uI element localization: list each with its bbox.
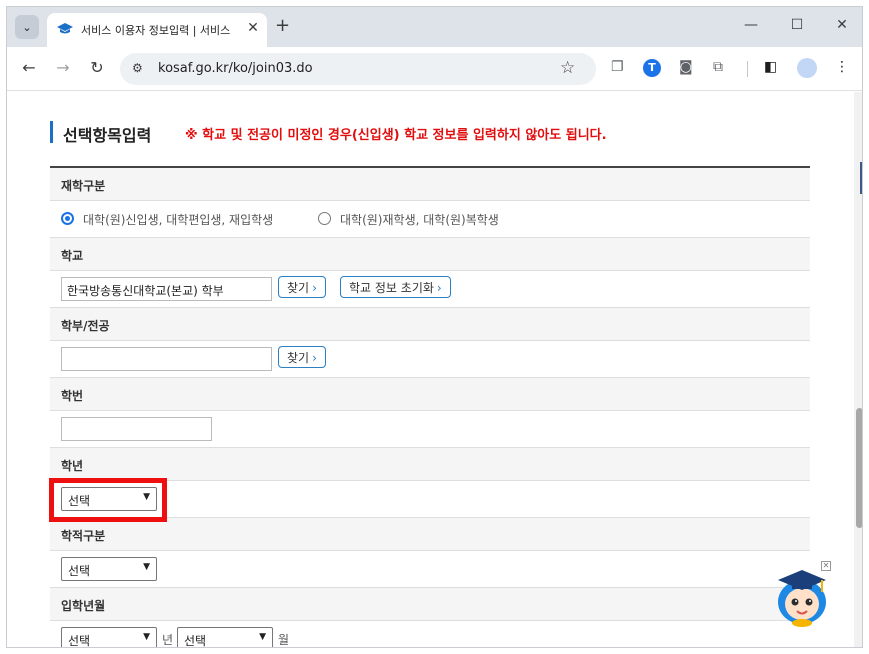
mascot-chatbot-icon[interactable] (772, 562, 832, 627)
school-row: 한국방송통신대학교(본교) 학부 찾기 › 학교 정보 초기화 › (50, 271, 810, 308)
grade-select-highlight (49, 478, 167, 522)
side-edge-marker (860, 162, 862, 194)
school-label: 학교 (50, 238, 810, 271)
enrollment-type-row: 대학(원)신입생, 대학편입생, 재입학생 대학(원)재학생, 대학(원)복학생 (50, 201, 810, 238)
copy-icon[interactable]: ❐ (611, 59, 624, 75)
academic-status-row: 선택 ▼ (50, 551, 810, 588)
section-title: 선택항목입력 (63, 126, 152, 145)
tab-bar: ⌄ 서비스 이용자 정보입력 | 서비스 이용 ✕ + — ☐ ✕ (7, 7, 862, 47)
chevron-down-icon: ▼ (143, 632, 150, 642)
grade-label: 학년 (50, 448, 810, 481)
close-window-icon[interactable]: ✕ (827, 17, 857, 33)
extensions-puzzle-icon[interactable]: ⧉ (713, 59, 723, 75)
forward-icon[interactable]: → (52, 58, 74, 77)
school-find-label: 찾기 (287, 281, 310, 295)
enrollment-option-current[interactable]: 대학(원)재학생, 대학(원)복학생 (340, 211, 499, 228)
department-find-label: 찾기 (287, 351, 310, 365)
academic-status-label: 학적구분 (50, 518, 810, 551)
browser-window: ⌄ 서비스 이용자 정보입력 | 서비스 이용 ✕ + — ☐ ✕ ← → ↻ … (6, 6, 863, 648)
tab-search-button[interactable]: ⌄ (15, 15, 39, 39)
url-text: kosaf.go.kr/ko/join03.do (158, 61, 313, 76)
maximize-icon[interactable]: ☐ (782, 17, 812, 33)
minimize-icon[interactable]: — (736, 17, 766, 33)
admission-year-select[interactable]: 선택 ▼ (61, 627, 157, 648)
enrollment-option-new[interactable]: 대학(원)신입생, 대학편입생, 재입학생 (83, 211, 273, 228)
active-tab[interactable]: 서비스 이용자 정보입력 | 서비스 이용 ✕ (47, 13, 267, 47)
toolbar-divider (747, 61, 748, 77)
school-find-button[interactable]: 찾기 › (278, 276, 326, 298)
section-note: ※ 학교 및 전공이 미정인 경우(신입생) 학교 정보를 입력하지 않아도 됩… (185, 128, 607, 143)
optional-info-form: 재학구분 대학(원)신입생, 대학편입생, 재입학생 대학(원)재학생, 대학(… (50, 166, 810, 648)
graduation-cap-icon (57, 23, 73, 34)
school-reset-label: 학교 정보 초기화 (349, 281, 434, 295)
reload-icon[interactable]: ↻ (86, 58, 108, 77)
admission-date-label: 입학년월 (50, 588, 810, 621)
back-icon[interactable]: ← (18, 58, 40, 77)
student-id-row (50, 411, 810, 448)
academic-status-select[interactable]: 선택 ▼ (61, 557, 157, 581)
kebab-menu-icon[interactable]: ⋮ (835, 59, 849, 75)
chevron-down-icon: ▼ (143, 562, 150, 572)
year-suffix: 년 (162, 633, 174, 647)
chevron-right-icon: › (312, 351, 317, 365)
department-input[interactable] (61, 347, 272, 371)
department-label: 학부/전공 (50, 308, 810, 341)
tab-title: 서비스 이용자 정보입력 | 서비스 이용 (81, 24, 231, 37)
department-row: 찾기 › (50, 341, 810, 378)
chevron-down-icon: ▼ (259, 632, 266, 642)
site-settings-icon[interactable]: ⚙ (132, 61, 143, 75)
translate-extension-icon[interactable]: T (643, 59, 661, 77)
side-panel-icon[interactable]: ◧ (764, 59, 777, 75)
enrollment-type-label: 재학구분 (50, 168, 810, 201)
bookmark-star-icon[interactable]: ☆ (560, 58, 575, 78)
department-find-button[interactable]: 찾기 › (278, 346, 326, 368)
close-tab-icon[interactable]: ✕ (245, 20, 261, 36)
chevron-right-icon: › (312, 281, 317, 295)
month-suffix: 월 (278, 633, 290, 647)
scrollbar-thumb[interactable] (856, 408, 862, 528)
admission-year-value: 선택 (68, 634, 91, 648)
student-id-label: 학번 (50, 378, 810, 411)
admission-month-select[interactable]: 선택 ▼ (177, 627, 273, 648)
school-input[interactable]: 한국방송통신대학교(본교) 학부 (61, 277, 272, 301)
enrollment-radio-new[interactable] (61, 212, 74, 225)
camera-icon[interactable]: ◙ (679, 59, 693, 75)
academic-status-select-value: 선택 (68, 564, 91, 578)
new-tab-button[interactable]: + (275, 17, 290, 35)
section-accent-bar (50, 121, 53, 143)
profile-avatar[interactable] (797, 58, 817, 78)
address-bar[interactable]: ⚙ kosaf.go.kr/ko/join03.do ☆ (120, 53, 596, 85)
chevron-down-icon: ⌄ (22, 20, 32, 34)
student-id-input[interactable] (61, 417, 212, 441)
enrollment-radio-current[interactable] (318, 212, 331, 225)
admission-date-row: 선택 ▼ 년 선택 ▼ 월 (50, 621, 810, 648)
school-reset-button[interactable]: 학교 정보 초기화 › (340, 276, 451, 298)
browser-toolbar: ← → ↻ ⚙ kosaf.go.kr/ko/join03.do ☆ ❐ T ◙… (7, 47, 862, 91)
admission-month-value: 선택 (184, 634, 207, 648)
chevron-right-icon: › (436, 281, 442, 295)
page-content: 선택항목입력 ※ 학교 및 전공이 미정인 경우(신입생) 학교 정보를 입력하… (7, 92, 862, 648)
